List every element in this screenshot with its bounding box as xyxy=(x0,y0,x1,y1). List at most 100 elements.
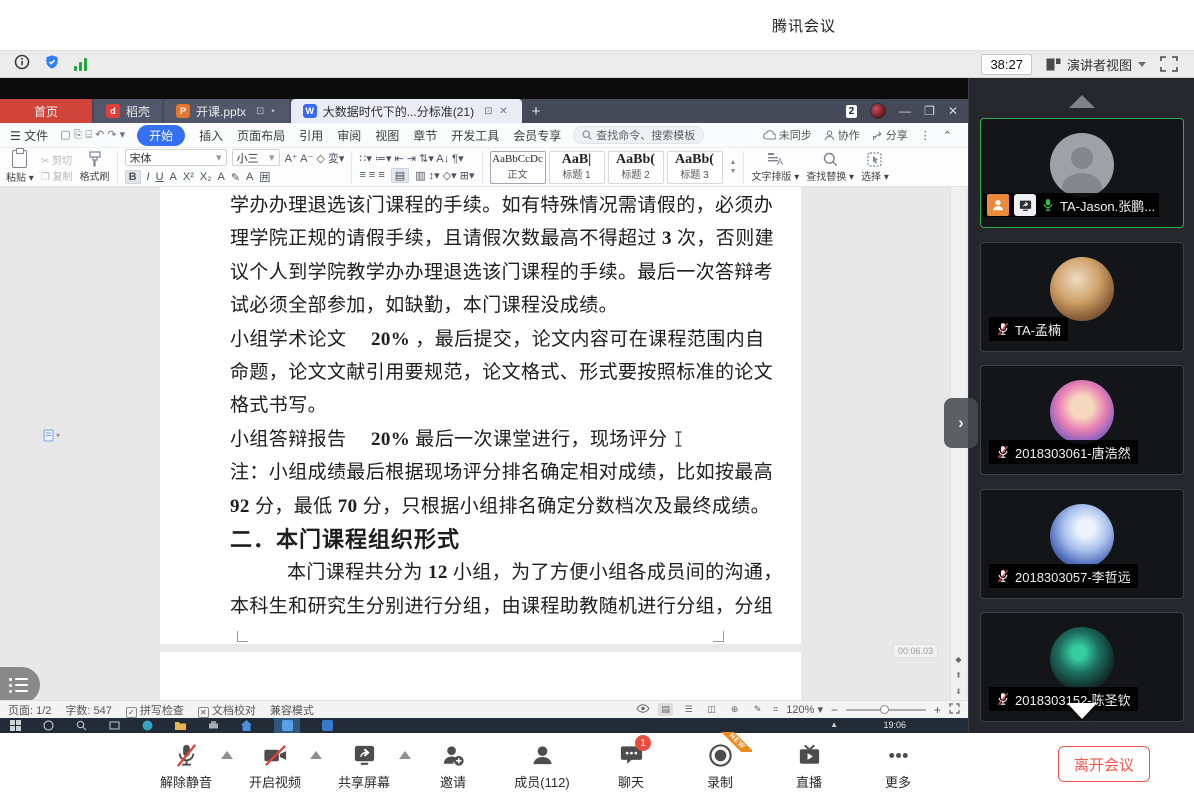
eye-protect-icon[interactable] xyxy=(636,704,650,716)
zoom-slider-knob[interactable] xyxy=(880,705,889,714)
menu-tab-开始[interactable]: 开始 xyxy=(137,125,185,146)
document-canvas[interactable]: 学办办理退选该门课程的手续。如有特殊情况需请假的，必须办理学院正规的请假手续，且… xyxy=(0,187,968,700)
minimize-button[interactable]: — xyxy=(899,105,911,117)
zoom-out-button[interactable]: − xyxy=(831,703,838,717)
proofread-toggle[interactable]: ✕文档校对 xyxy=(198,702,256,718)
format-glyph[interactable]: B xyxy=(125,170,141,184)
wps-tab-home[interactable]: 首页 xyxy=(0,99,92,123)
format-glyph[interactable]: U xyxy=(156,171,164,183)
document-page-next[interactable] xyxy=(160,652,801,700)
fullscreen-icon[interactable] xyxy=(1160,56,1178,72)
menu-tab-页面布局[interactable]: 页面布局 xyxy=(237,127,285,144)
taskbar-active-app[interactable] xyxy=(274,718,300,733)
format-glyph[interactable]: 囲 xyxy=(259,169,270,185)
wps-tab-document-active[interactable]: W 大数据时代下的...分标准(21) ⊡ ✕ xyxy=(291,99,522,123)
scroll-up-arrow-icon[interactable] xyxy=(1069,95,1095,108)
menu-tab-章节[interactable]: 章节 xyxy=(413,127,437,144)
format-glyph[interactable]: X² xyxy=(183,171,194,183)
alignment-buttons[interactable]: ≡ ≡ ≡ ▤ ▥ ↕▾ ◇▾ ⊞▾ xyxy=(359,168,474,183)
collapse-ribbon-icon[interactable]: ⌃ xyxy=(943,129,952,142)
menu-tab-视图[interactable]: 视图 xyxy=(375,127,399,144)
start-video-button[interactable]: 开启视频 xyxy=(241,739,309,791)
font-format-buttons[interactable]: BIUAX²X₂A✎A囲 xyxy=(125,169,271,185)
style-gallery-scroll[interactable]: ▲▼ xyxy=(730,159,737,175)
list-indent-buttons[interactable]: ∷▾ ≔▾ ⇤ ⇥ ⇅▾ A↓ ¶▾ xyxy=(359,152,463,165)
share-button[interactable]: 分享 xyxy=(872,127,908,143)
taskbar-clock[interactable]: 19:06 xyxy=(883,720,906,730)
menu-tab-审阅[interactable]: 审阅 xyxy=(337,127,361,144)
format-glyph[interactable]: A xyxy=(246,171,253,183)
font-size-buttons[interactable]: A⁺ A⁻ ◇ 変▾ xyxy=(285,150,345,166)
participant-tile[interactable]: TA-Jason.张鹏... xyxy=(980,118,1184,228)
style-标题 1[interactable]: AaB|标题 1 xyxy=(549,151,605,184)
cortana-icon[interactable] xyxy=(43,720,54,731)
network-signal-icon[interactable] xyxy=(74,58,87,71)
record-button[interactable]: NEW录制 xyxy=(686,739,754,791)
menu-tab-插入[interactable]: 插入 xyxy=(199,127,223,144)
close-button[interactable]: ✕ xyxy=(948,105,958,117)
format-glyph[interactable]: A xyxy=(170,171,177,183)
restore-button[interactable]: ❐ xyxy=(924,105,935,117)
tim-icon[interactable] xyxy=(241,720,252,731)
web-view-mode[interactable]: ⊕ xyxy=(727,703,742,716)
format-glyph[interactable]: X₂ xyxy=(200,171,212,183)
collab-button[interactable]: 协作 xyxy=(824,127,860,143)
view-switcher[interactable]: 演讲者视图 xyxy=(1046,55,1146,74)
quick-access-icons[interactable]: ▢ ⎘ ⌸ ↶ ↷ ▾ xyxy=(60,128,125,142)
unmute-button[interactable]: 解除静音 xyxy=(152,739,220,791)
menu-file[interactable]: ☰ 文件 xyxy=(10,127,48,144)
tab-close-icon[interactable]: ⊡ ✕ xyxy=(484,106,510,117)
text-layout-button[interactable]: A 文字排版 ▾ xyxy=(751,152,799,183)
format-painter-button[interactable]: 格式刷 xyxy=(80,151,110,183)
participant-tile[interactable]: TA-孟楠 xyxy=(980,242,1184,352)
participant-tile[interactable]: 2018303057-李哲远 xyxy=(980,489,1184,599)
format-glyph[interactable]: ✎ xyxy=(231,171,240,184)
find-replace-button[interactable]: 查找替换 ▾ xyxy=(806,152,854,183)
submenu-arrow-icon[interactable] xyxy=(221,751,233,759)
fit-page-icon[interactable]: ⌗ xyxy=(773,704,778,715)
submenu-arrow-icon[interactable] xyxy=(310,751,322,759)
format-glyph[interactable]: A xyxy=(217,171,224,183)
invite-button[interactable]: 邀请 xyxy=(419,739,487,791)
spellcheck-toggle[interactable]: ✓拼写检查 xyxy=(126,702,184,718)
format-glyph[interactable]: I xyxy=(147,171,150,183)
new-tab-button[interactable]: + xyxy=(522,103,551,120)
account-avatar[interactable] xyxy=(870,103,886,119)
chat-button[interactable]: 1聊天 xyxy=(597,739,665,791)
file-explorer-icon[interactable] xyxy=(175,720,186,731)
shield-icon[interactable] xyxy=(44,54,60,75)
style-正文[interactable]: AaBbCcDc正文 xyxy=(490,151,546,184)
sync-status[interactable]: 未同步 xyxy=(763,127,812,143)
zoom-level[interactable]: 120% ▾ xyxy=(786,703,823,716)
word-count[interactable]: 字数: 547 xyxy=(65,702,111,718)
taskbar-app-icon[interactable] xyxy=(322,720,333,731)
outline-view-mode[interactable]: ☰ xyxy=(681,703,696,716)
style-标题 3[interactable]: AaBb(标题 3 xyxy=(667,151,723,184)
menu-tab-会员专享[interactable]: 会员专享 xyxy=(513,127,561,144)
search-icon[interactable] xyxy=(76,720,87,731)
license-badge[interactable]: 2 xyxy=(846,105,858,118)
navigation-pane-button[interactable] xyxy=(0,667,40,700)
windows-start-icon[interactable] xyxy=(10,720,21,731)
style-标题 2[interactable]: AaBb(标题 2 xyxy=(608,151,664,184)
zoom-in-button[interactable]: + xyxy=(934,703,941,717)
select-button[interactable]: 选择 ▾ xyxy=(861,152,889,183)
wps-tab-ppt[interactable]: P 开课.pptx ⊡ • xyxy=(164,99,289,123)
tab-pin-icon[interactable]: ⊡ • xyxy=(256,106,277,117)
paragraph-marker-icon[interactable]: ▾ xyxy=(43,429,60,442)
copy-button[interactable]: ❐ 复制 xyxy=(41,168,73,183)
fullpage-icon[interactable] xyxy=(949,703,960,717)
document-page[interactable]: 学办办理退选该门课程的手续。如有特殊情况需请假的，必须办理学院正规的请假手续，且… xyxy=(160,187,801,644)
participant-tile[interactable]: 2018303061-唐浩然 xyxy=(980,365,1184,475)
cut-button[interactable]: ✂ 剪切 xyxy=(41,152,72,167)
task-view-icon[interactable] xyxy=(109,720,120,731)
edge-icon[interactable] xyxy=(142,720,153,731)
share-screen-button[interactable]: 共享屏幕 xyxy=(330,739,398,791)
ink-mode[interactable]: ✎ xyxy=(750,703,765,716)
paste-button[interactable]: 粘贴 ▾ xyxy=(6,150,34,184)
info-icon[interactable] xyxy=(14,54,30,75)
more-button[interactable]: 更多 xyxy=(864,739,932,791)
command-search[interactable]: 查找命令、搜索模板 xyxy=(573,126,704,144)
menu-tab-引用[interactable]: 引用 xyxy=(299,127,323,144)
sidebar-collapse-handle[interactable]: › xyxy=(944,398,978,448)
